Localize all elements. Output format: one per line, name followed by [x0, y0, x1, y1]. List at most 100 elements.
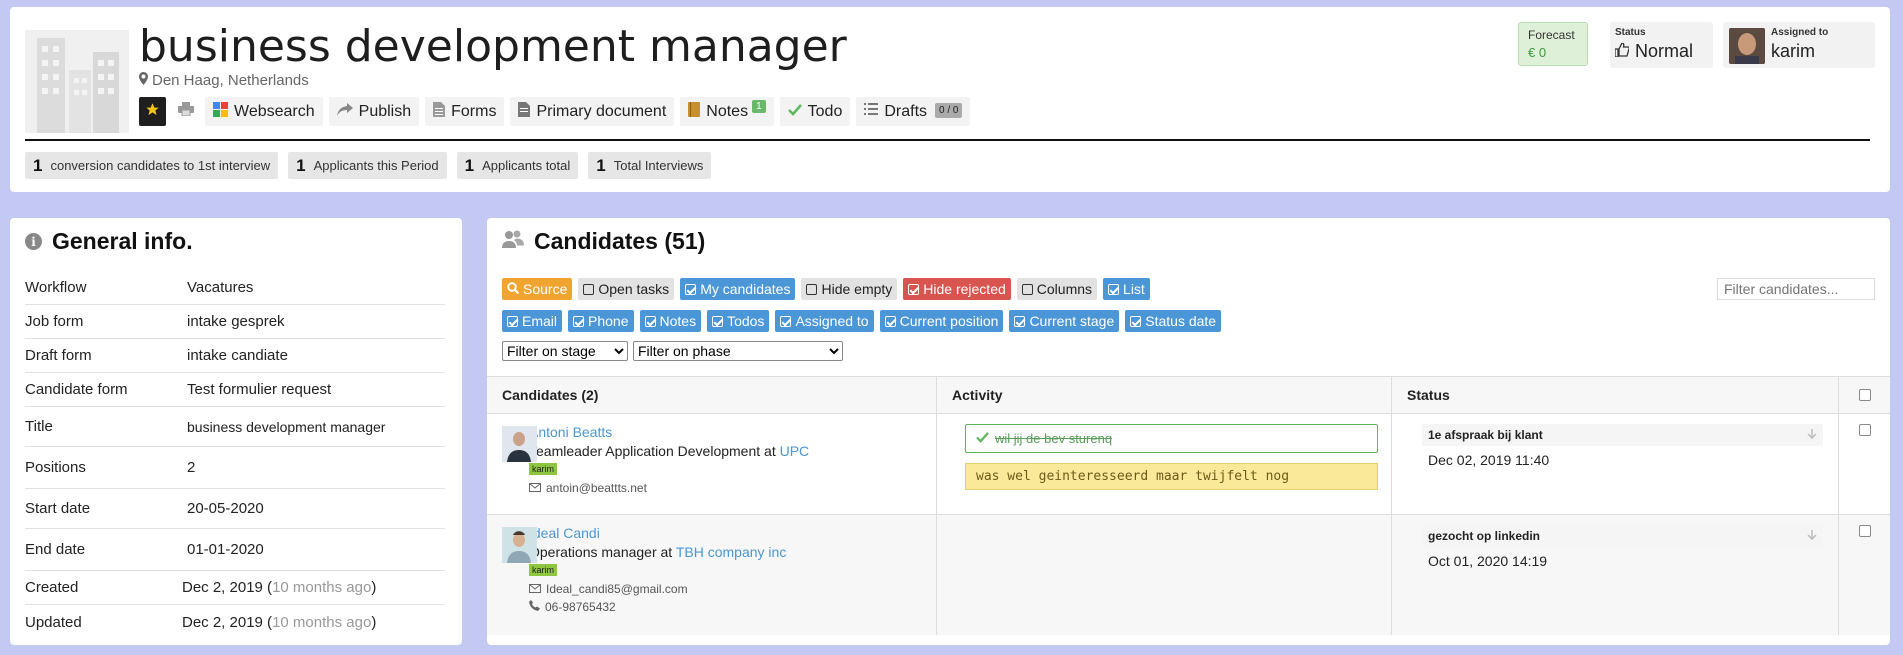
primary-document-label: Primary document: [536, 102, 667, 120]
notes-label: Notes: [706, 102, 749, 120]
stat-label: Total Interviews: [613, 158, 704, 173]
filter-label: My candidates: [700, 281, 791, 297]
candidate-name-link[interactable]: Ideal Candi: [529, 525, 936, 541]
candidate-email[interactable]: antoin@beattts.net: [529, 481, 936, 495]
forms-button[interactable]: Forms: [425, 97, 505, 126]
company-link[interactable]: TBH company inc: [676, 544, 786, 560]
arrow-down-icon: [1807, 529, 1817, 543]
toggle-status-date[interactable]: Status date: [1125, 310, 1222, 332]
stat-applicants-total[interactable]: 1 Applicants total: [456, 152, 579, 179]
websearch-button[interactable]: Websearch: [205, 97, 323, 126]
stat-label: conversion candidates to 1st interview: [50, 158, 271, 173]
file-text-icon: [518, 101, 531, 122]
info-row: Created Dec 2, 2019 (10 months ago): [25, 571, 445, 605]
todo-button[interactable]: Todo: [779, 97, 851, 126]
status-box[interactable]: Status Normal: [1610, 22, 1713, 68]
page-title: business development manager: [139, 21, 847, 72]
info-key: Updated: [25, 613, 82, 631]
company-link[interactable]: UPC: [780, 443, 810, 459]
checked-box-icon: [1014, 315, 1026, 327]
row-checkbox[interactable]: [1858, 424, 1871, 436]
filter-phase-select[interactable]: Filter on phase: [633, 341, 843, 361]
toggle-assigned-to[interactable]: Assigned to: [775, 310, 874, 332]
filter-label: Hide empty: [821, 281, 893, 297]
filter-bar: Source Open tasks My candidates Hide emp…: [502, 278, 1150, 300]
candidate-email[interactable]: Ideal_candi85@gmail.com: [529, 582, 936, 596]
filter-hide-rejected[interactable]: Hide rejected: [903, 278, 1011, 300]
toggle-phone[interactable]: Phone: [568, 310, 634, 332]
filter-list[interactable]: List: [1103, 278, 1150, 300]
candidate-avatar: [502, 527, 537, 563]
status-label: Status: [1615, 27, 1646, 38]
checked-box-icon: [507, 315, 518, 327]
drafts-label: Drafts: [884, 102, 928, 120]
note-item[interactable]: was wel geinteresseerd maar twijfelt nog: [965, 463, 1378, 490]
users-icon: [502, 230, 524, 254]
relative-time: 10 months ago: [272, 613, 372, 631]
notes-button[interactable]: Notes 1: [680, 97, 774, 126]
info-key: Candidate form: [25, 381, 128, 398]
filter-hide-empty[interactable]: Hide empty: [801, 278, 898, 300]
envelope-icon: [529, 481, 541, 495]
column-header-activity[interactable]: Activity: [937, 377, 1392, 413]
select-all-checkbox[interactable]: [1858, 389, 1871, 401]
filter-candidates-input[interactable]: [1717, 278, 1875, 300]
stage-selector[interactable]: gezocht op linkedin: [1422, 525, 1823, 547]
info-key: Created: [25, 579, 79, 596]
drafts-button[interactable]: Drafts 0 / 0: [856, 97, 971, 126]
relative-time: 10 months ago: [272, 579, 372, 596]
assigned-box[interactable]: Assigned to karim: [1723, 22, 1875, 68]
forecast-box[interactable]: Forecast € 0: [1518, 22, 1588, 66]
publish-button[interactable]: Publish: [328, 97, 420, 126]
column-header-candidates[interactable]: Candidates (2): [487, 377, 937, 413]
filter-label: Assigned to: [795, 313, 869, 329]
info-key: End date: [25, 541, 86, 558]
stat-label: Applicants this Period: [313, 158, 439, 173]
filter-stage-select[interactable]: Filter on stage: [502, 341, 628, 361]
toggle-todos[interactable]: Todos: [707, 310, 770, 332]
publish-label: Publish: [358, 102, 412, 120]
stat-applicants-period[interactable]: 1 Applicants this Period: [288, 152, 447, 179]
check-icon: [787, 103, 802, 121]
stat-total-interviews[interactable]: 1 Total Interviews: [588, 152, 712, 179]
checked-box-icon: [1130, 315, 1142, 327]
filter-my-candidates[interactable]: My candidates: [680, 278, 796, 300]
stage-selector[interactable]: 1e afspraak bij klant: [1422, 424, 1823, 446]
share-icon: [336, 102, 353, 121]
info-value: business development manager: [187, 418, 386, 435]
table-row: Antoni Beatts Teamleader Application Dev…: [487, 414, 1890, 515]
info-value: Dec 2, 2019 (: [182, 579, 273, 596]
info-value-tail: ): [371, 613, 377, 631]
panel-title: Candidates (51): [534, 228, 706, 254]
phone-icon: [529, 600, 540, 614]
toggle-current-position[interactable]: Current position: [879, 310, 1004, 332]
toggle-notes[interactable]: Notes: [639, 310, 702, 332]
info-row: Workflow Vacatures: [25, 271, 445, 305]
row-checkbox[interactable]: [1858, 525, 1871, 537]
candidate-name-link[interactable]: Antoni Beatts: [529, 424, 936, 440]
toggle-email[interactable]: Email: [502, 310, 563, 332]
checkbox-icon: [806, 283, 818, 295]
filter-columns[interactable]: Columns: [1016, 278, 1098, 300]
todo-item-done[interactable]: wil jij de bev sturenq: [965, 424, 1378, 453]
candidate-avatar: [502, 426, 537, 462]
print-button[interactable]: [172, 97, 199, 126]
filter-label: Source: [523, 281, 568, 297]
toggle-current-stage[interactable]: Current stage: [1009, 310, 1120, 332]
location: Den Haag, Netherlands: [139, 72, 309, 89]
primary-document-button[interactable]: Primary document: [510, 97, 675, 126]
candidate-phone[interactable]: 06-98765432: [529, 600, 936, 614]
info-row: End date 01-01-2020: [25, 529, 445, 571]
stat-conversion[interactable]: 1 conversion candidates to 1st interview: [25, 152, 279, 179]
info-row: Updated Dec 2, 2019 (10 months ago): [25, 605, 445, 639]
filter-open-tasks[interactable]: Open tasks: [578, 278, 675, 300]
thumbs-up-icon: [1614, 41, 1630, 62]
toolbar: Websearch Publish Forms Primary document…: [139, 97, 971, 126]
avatar: [1729, 28, 1765, 64]
check-icon: [976, 431, 989, 446]
column-toggle-bar: Email Phone Notes Todos Assigned to Curr…: [502, 310, 1222, 332]
favorite-button[interactable]: [139, 97, 166, 126]
source-button[interactable]: Source: [502, 278, 573, 300]
column-header-status[interactable]: Status: [1392, 377, 1839, 413]
info-key: Positions: [25, 459, 86, 476]
